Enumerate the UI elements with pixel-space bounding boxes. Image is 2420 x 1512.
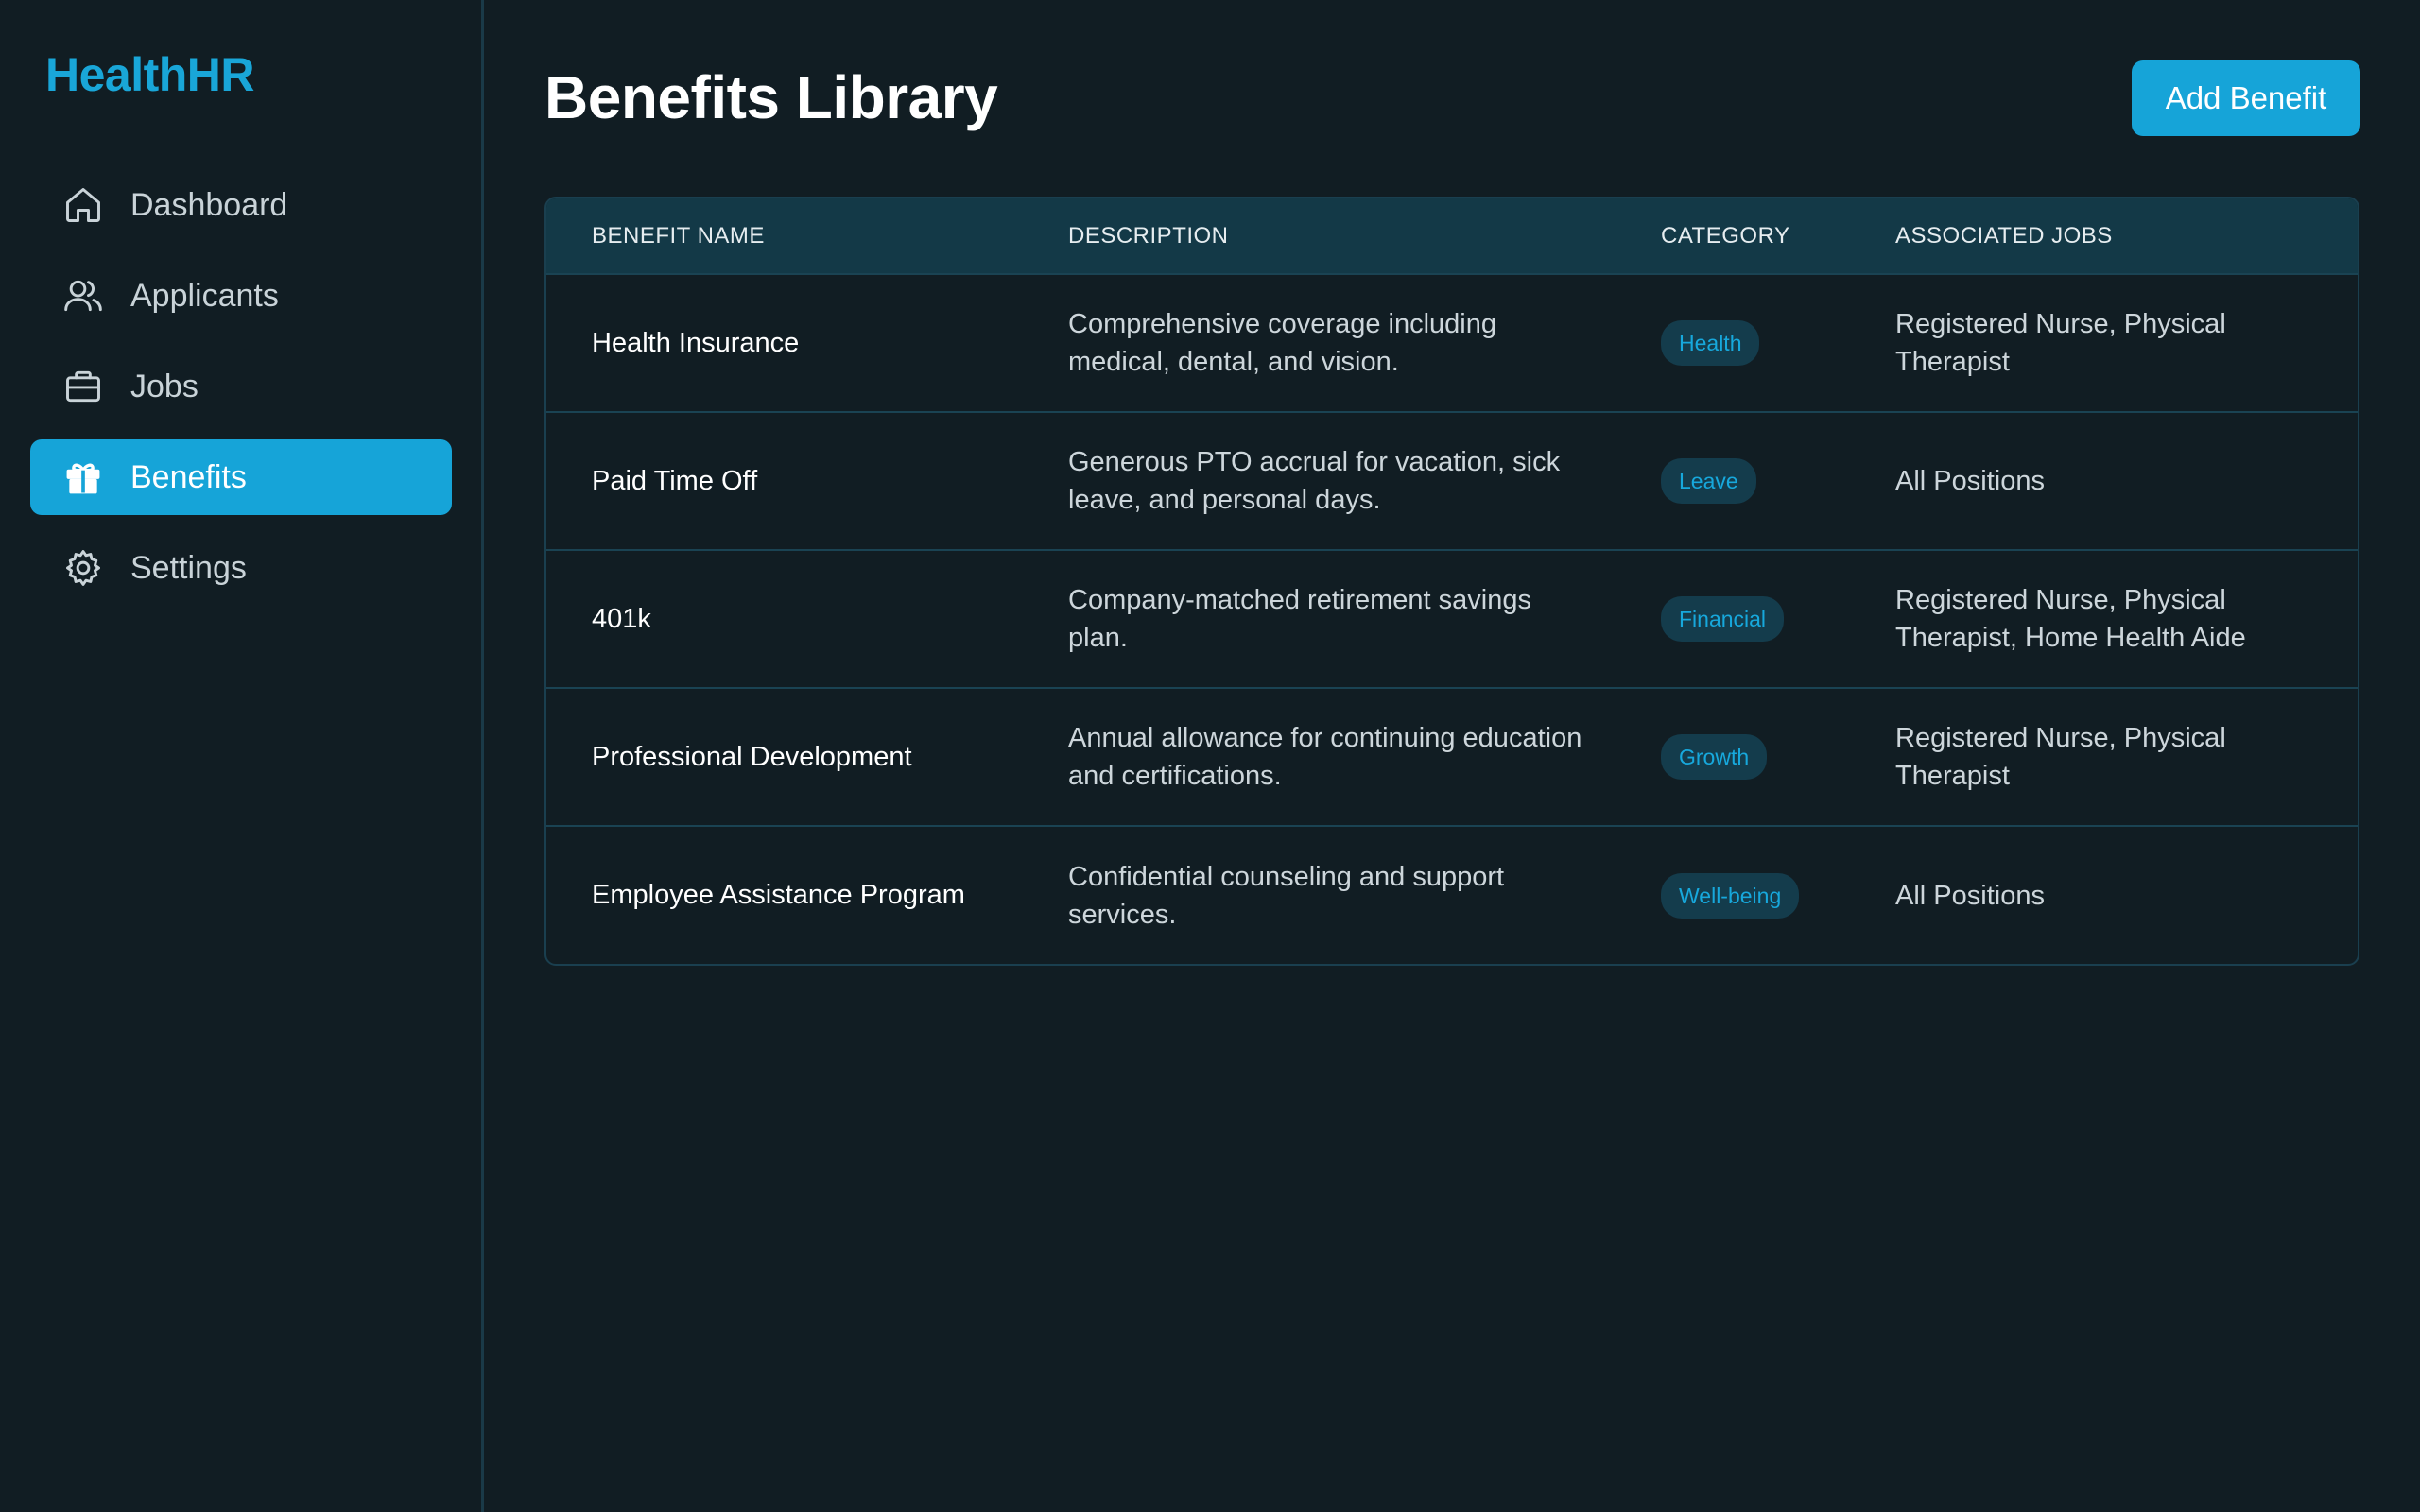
table-row[interactable]: Professional Development Annual allowanc… [546,688,2358,826]
column-header-description[interactable]: DESCRIPTION [1023,198,1616,274]
briefcase-icon [62,366,104,407]
associated-jobs: Registered Nurse, Physical Therapist [1895,309,2226,377]
benefit-name: Professional Development [592,741,912,772]
gear-icon [62,547,104,589]
gift-icon [62,456,104,498]
table-row[interactable]: Health Insurance Comprehensive coverage … [546,274,2358,412]
sidebar-item-label: Jobs [130,368,199,404]
table-header: BENEFIT NAME DESCRIPTION CATEGORY ASSOCI… [546,198,2358,274]
associated-jobs: All Positions [1895,466,2045,496]
category-badge: Growth [1661,734,1768,780]
column-header-benefit-name[interactable]: BENEFIT NAME [546,198,1023,274]
benefit-description: Annual allowance for continuing educatio… [1068,723,1582,791]
sidebar-nav: Dashboard Applicants Jobs Benefits Setti… [30,167,452,621]
table-row[interactable]: 401k Company-matched retirement savings … [546,550,2358,688]
benefit-name: Health Insurance [592,327,800,358]
category-badge: Financial [1661,596,1785,642]
column-header-category[interactable]: CATEGORY [1616,198,1850,274]
category-badge: Leave [1661,458,1756,504]
sidebar-item-applicants[interactable]: Applicants [30,258,452,334]
category-badge: Health [1661,320,1760,366]
sidebar-item-jobs[interactable]: Jobs [30,349,452,424]
category-badge: Well-being [1661,872,1800,919]
app-shell: HealthHR Dashboard Applicants Jobs Benef… [0,0,2420,1512]
benefit-name: Paid Time Off [592,465,758,496]
sidebar: HealthHR Dashboard Applicants Jobs Benef… [0,0,484,1512]
table-row[interactable]: Paid Time Off Generous PTO accrual for v… [546,412,2358,550]
benefit-description: Confidential counseling and support serv… [1068,861,1505,930]
benefit-description: Comprehensive coverage including medical… [1068,309,1496,377]
table-row[interactable]: Employee Assistance Program Confidential… [546,826,2358,964]
benefit-description: Generous PTO accrual for vacation, sick … [1068,447,1561,515]
benefit-description: Company-matched retirement savings plan. [1068,585,1531,653]
associated-jobs: Registered Nurse, Physical Therapist [1895,723,2226,791]
sidebar-item-settings[interactable]: Settings [30,530,452,606]
users-icon [62,275,104,317]
associated-jobs: All Positions [1895,880,2045,911]
sidebar-item-benefits[interactable]: Benefits [30,439,452,515]
benefit-name: 401k [592,603,651,634]
sidebar-item-dashboard[interactable]: Dashboard [30,167,452,243]
sidebar-item-label: Applicants [130,277,279,314]
page-title: Benefits Library [544,63,998,131]
sidebar-item-label: Settings [130,549,247,586]
app-logo[interactable]: HealthHR [45,47,255,102]
sidebar-item-label: Dashboard [130,186,288,223]
sidebar-item-label: Benefits [130,458,247,495]
benefit-name: Employee Assistance Program [592,880,965,910]
main-content: Benefits Library Add Benefit BENEFIT NAM… [484,0,2420,1512]
column-header-associated-jobs[interactable]: ASSOCIATED JOBS [1850,198,2358,274]
associated-jobs: Registered Nurse, Physical Therapist, Ho… [1895,585,2246,653]
add-benefit-button[interactable]: Add Benefit [2132,60,2360,136]
home-icon [62,184,104,226]
benefits-table: BENEFIT NAME DESCRIPTION CATEGORY ASSOCI… [544,197,2360,966]
